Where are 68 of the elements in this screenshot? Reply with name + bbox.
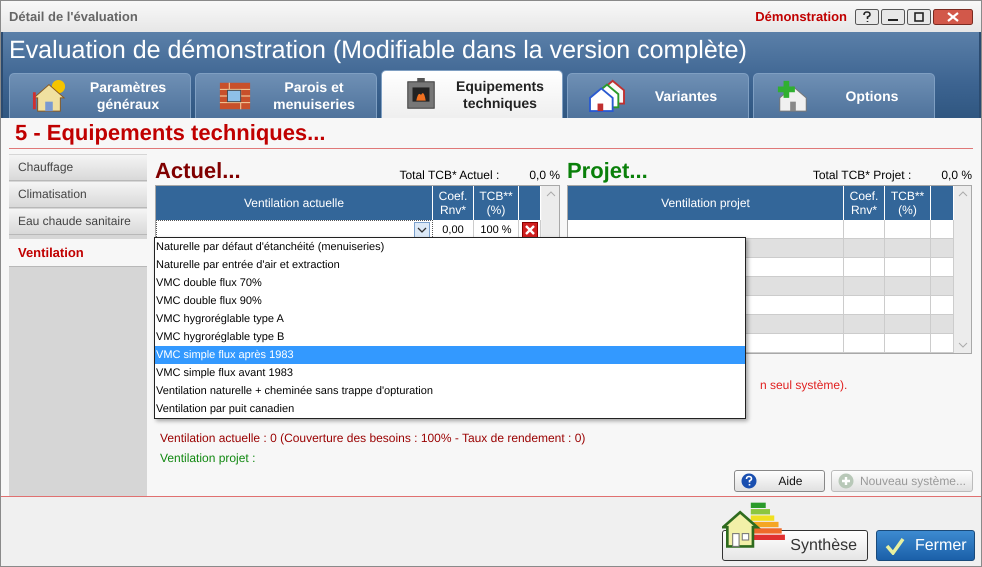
table-cell — [844, 220, 885, 239]
column-header: Coef. Rnv* — [433, 186, 474, 220]
dropdown-option[interactable]: Ventilation naturelle + cheminée sans trappe d'opturation — [155, 382, 745, 400]
delete-icon[interactable] — [522, 222, 538, 238]
close-button[interactable]: Fermer — [876, 530, 975, 561]
dropdown-option[interactable]: VMC hygroréglable type A — [155, 310, 745, 328]
column-header: Coef. Rnv* — [844, 186, 885, 220]
total-value: 0,0 % — [529, 168, 560, 182]
total-value: 0,0 % — [941, 168, 972, 182]
tab[interactable]: Equipements techniques — [381, 70, 563, 118]
sidebar-item[interactable]: Climatisation — [9, 182, 147, 208]
summary-text: Ventilation projet : — [160, 450, 256, 466]
dropdown-option[interactable]: Naturelle par défaut d'étanchéité (menuiseries) — [155, 238, 745, 256]
table-cell — [844, 277, 885, 296]
dropdown-option[interactable]: VMC hygroréglable type B — [155, 328, 745, 346]
table-cell — [931, 296, 954, 315]
table-cell — [885, 315, 931, 334]
tab[interactable]: Parois et menuiseries — [195, 73, 377, 118]
houses-icon — [588, 79, 626, 113]
total-label: Total TCB* Projet : — [812, 168, 912, 182]
minimize-icon[interactable] — [881, 8, 905, 24]
table-cell — [931, 277, 954, 296]
table-cell — [844, 315, 885, 334]
checkmark-icon — [885, 536, 905, 554]
table-cell — [844, 258, 885, 277]
close-icon[interactable] — [933, 8, 973, 24]
table-cell — [844, 239, 885, 258]
sidebar-item[interactable]: Ventilation — [9, 239, 147, 267]
sidebar-item[interactable]: Eau chaude sanitaire — [9, 209, 147, 235]
column-header: Ventilation actuelle — [156, 186, 433, 220]
total-label: Total TCB* Actuel : — [399, 168, 500, 182]
dropdown-option[interactable]: Ventilation par puit canadien — [155, 400, 745, 418]
demo-label: Démonstration — [755, 9, 847, 24]
current-heading: Actuel... — [155, 158, 241, 184]
warning-text: n seul système). — [760, 378, 848, 394]
scrollbar[interactable] — [542, 186, 559, 239]
table-cell — [885, 258, 931, 277]
maximize-icon[interactable] — [907, 8, 931, 24]
summary-text: Ventilation actuelle : 0 (Couverture des besoins : 100% - Taux de rendement : 0) — [160, 430, 586, 446]
help-icon — [740, 473, 757, 489]
dropdown-option[interactable]: VMC simple flux avant 1983 — [155, 364, 745, 382]
table-cell — [931, 315, 954, 334]
column-header: TCB** (%) — [885, 186, 931, 220]
table-cell — [885, 277, 931, 296]
table-cell — [931, 258, 954, 277]
table-cell — [844, 296, 885, 315]
tab[interactable]: Paramètres généraux — [9, 73, 191, 118]
table-cell — [931, 220, 954, 239]
dropdown-option[interactable]: VMC double flux 70% — [155, 274, 745, 292]
table-cell — [885, 296, 931, 315]
evaluation-title: Evaluation de démonstration (Modifiable dans la version complète) — [9, 35, 748, 66]
table-cell — [885, 239, 931, 258]
tab[interactable]: Options — [753, 73, 935, 118]
table-cell — [885, 220, 931, 239]
dropdown-option[interactable]: VMC double flux 90% — [155, 292, 745, 310]
tab[interactable]: Variantes — [567, 73, 749, 118]
window-title: Détail de l'évaluation — [9, 9, 138, 24]
house-sun-icon — [30, 79, 68, 113]
dropdown-option[interactable]: Naturelle par entrée d'air et extraction — [155, 256, 745, 274]
plus-icon — [838, 473, 854, 489]
table-cell — [931, 239, 954, 258]
section-title: 5 - Equipements techniques... — [9, 118, 973, 149]
project-heading: Projet... — [567, 158, 648, 184]
help-button[interactable]: Aide — [734, 470, 825, 492]
column-header: Ventilation projet — [568, 186, 844, 220]
column-header: TCB** (%) — [474, 186, 519, 220]
sidebar-item[interactable]: Chauffage — [9, 155, 147, 181]
help-icon[interactable] — [855, 8, 879, 24]
